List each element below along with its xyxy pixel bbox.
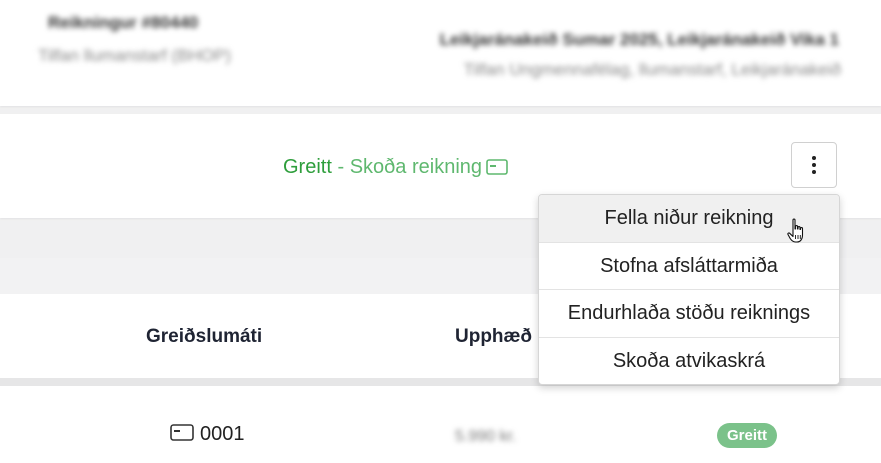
- credit-card-icon: [486, 158, 508, 181]
- event-title: Leikjaránakeið Sumar 2025, Leikjaránakei…: [439, 30, 839, 49]
- actions-menu-button[interactable]: [791, 142, 837, 188]
- invoice-number: Reikningur #80440: [48, 13, 199, 32]
- credit-card-icon: [170, 423, 200, 445]
- payment-method-cell: 0001: [170, 423, 245, 446]
- hand-pointer-cursor-icon: [787, 218, 807, 249]
- menu-item-create-coupon[interactable]: Stofna afsláttarmiða: [539, 243, 839, 290]
- menu-item-reload-invoice-status[interactable]: Endurhlaða stöðu reiknings: [539, 290, 839, 338]
- column-header-payment-method: Greiðslumáti: [146, 326, 263, 347]
- status-paid-text: Greitt: [283, 156, 332, 178]
- view-invoice-label: Skoða reikning: [349, 156, 483, 178]
- menu-item-view-event-log[interactable]: Skoða atvikaskrá: [539, 338, 839, 385]
- kebab-dot: [812, 170, 816, 174]
- amount-cell: 5.990 kr.: [455, 428, 517, 445]
- status-line: Greitt - Skoða reikning: [283, 156, 508, 181]
- status-badge: Greitt: [717, 423, 778, 448]
- invoice-header-card: Reikningur #80440 Tilfan llumanstarf (BH…: [0, 0, 881, 106]
- table-row: 0001 5.990 kr. Greitt: [0, 386, 881, 463]
- payment-method-value: 0001: [200, 423, 245, 445]
- column-header-amount: Upphæð: [455, 326, 533, 347]
- view-invoice-link[interactable]: Skoða reikning: [350, 156, 508, 178]
- kebab-menu-icon: [812, 156, 816, 160]
- status-separator: -: [337, 156, 345, 178]
- event-subtitle: Tilfan Ungmennafélag, llumanstarf, Leikj…: [463, 60, 841, 79]
- invoice-subtitle: Tilfan llumanstarf (BHOP): [38, 46, 232, 65]
- kebab-dot: [812, 163, 816, 167]
